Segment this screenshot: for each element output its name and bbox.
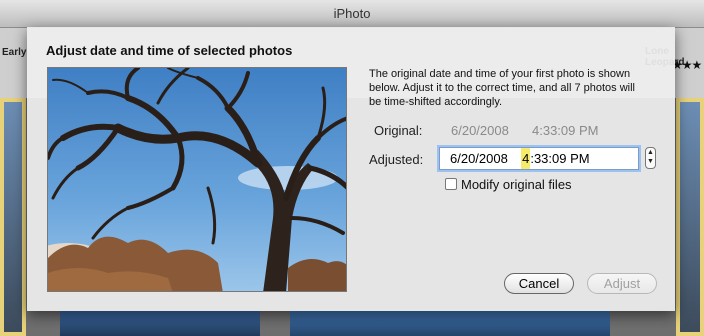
adjusted-label: Adjusted: <box>369 152 424 167</box>
window-title: iPhoto <box>333 6 371 21</box>
original-label: Original: <box>374 123 423 138</box>
photo-preview <box>47 67 347 292</box>
adjust-date-time-sheet: Adjust date and time of selected photos <box>27 27 675 311</box>
background-photo-bottom-1[interactable] <box>60 311 260 336</box>
sheet-title: Adjust date and time of selected photos <box>46 43 293 58</box>
original-time: 4:33:09 PM <box>532 123 599 138</box>
adjusted-date[interactable]: 6/20/2008 <box>450 148 508 169</box>
cancel-button[interactable]: Cancel <box>504 273 574 294</box>
event-label-early: Early <box>2 47 27 58</box>
tree-photo-image <box>48 68 346 291</box>
selection-frame-right <box>676 98 704 336</box>
up-down-stepper-icon[interactable]: ▲ ▼ <box>645 147 656 169</box>
background-photo-bottom-2[interactable] <box>290 311 610 336</box>
checkbox-icon[interactable] <box>445 178 457 190</box>
adjust-button[interactable]: Adjust <box>587 273 657 294</box>
original-date: 6/20/2008 <box>451 123 509 138</box>
selection-frame-left <box>0 98 26 336</box>
modify-original-files-label[interactable]: Modify original files <box>461 177 572 192</box>
dialog-description: The original date and time of your first… <box>369 68 635 108</box>
window-titlebar: iPhoto <box>0 0 704 28</box>
adjusted-datetime-field[interactable]: 6/20/2008 4:33:09 PM <box>439 147 639 170</box>
rating-stars: ★★★ <box>672 58 702 72</box>
adjusted-time-rest[interactable]: :33:09 PM <box>530 148 589 169</box>
adjusted-hour-segment[interactable]: 4 <box>521 148 531 169</box>
